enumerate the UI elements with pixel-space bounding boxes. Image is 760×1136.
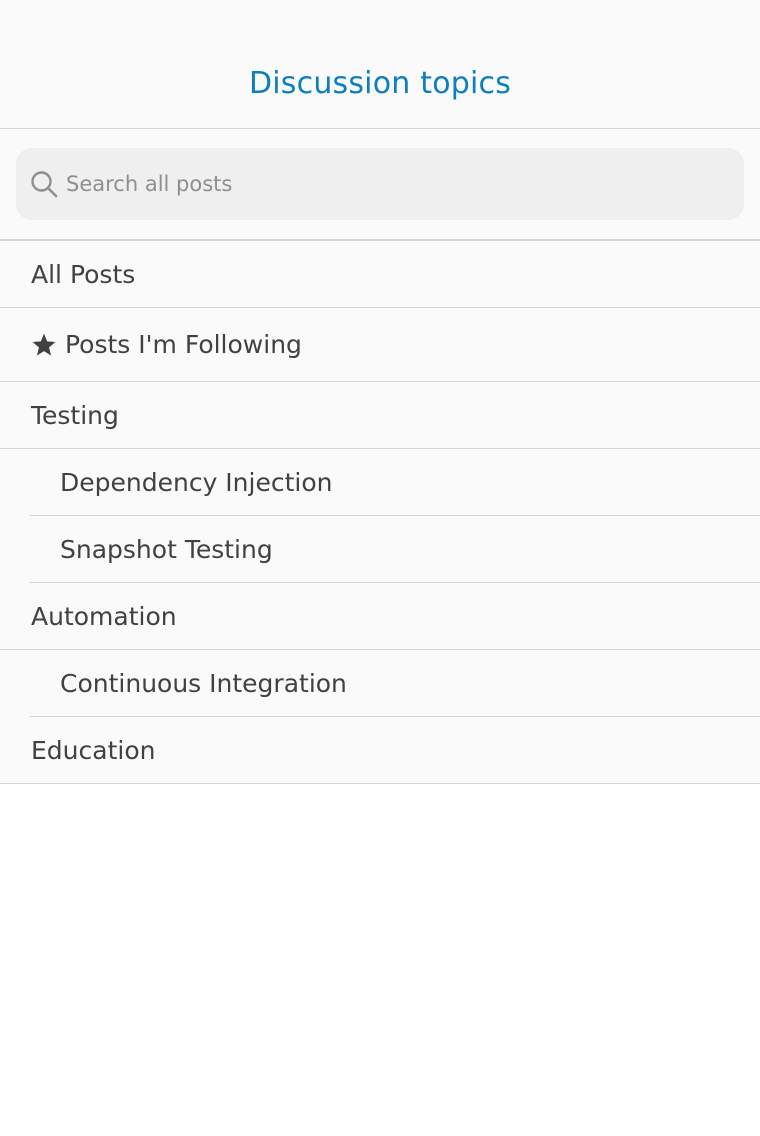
topic-list: All Posts Posts I'm Following Testing De… — [0, 241, 760, 784]
topic-label: Continuous Integration — [60, 668, 347, 698]
topic-dependency-injection[interactable]: Dependency Injection — [30, 449, 760, 516]
topic-snapshot-testing[interactable]: Snapshot Testing — [30, 516, 760, 583]
topic-automation[interactable]: Automation — [0, 583, 760, 650]
topic-label: Posts I'm Following — [65, 330, 302, 359]
topic-testing[interactable]: Testing — [0, 382, 760, 449]
topic-label: Snapshot Testing — [60, 534, 273, 564]
topic-continuous-integration[interactable]: Continuous Integration — [30, 650, 760, 717]
topic-label: Dependency Injection — [60, 467, 333, 497]
topic-posts-following[interactable]: Posts I'm Following — [0, 308, 760, 382]
search-input[interactable] — [66, 162, 726, 206]
topic-all-posts[interactable]: All Posts — [0, 241, 760, 308]
page-title: Discussion topics — [248, 66, 512, 101]
search-bar[interactable] — [16, 148, 744, 220]
topic-label: All Posts — [31, 259, 136, 289]
search-icon — [31, 171, 58, 198]
star-icon — [32, 333, 56, 356]
topic-education[interactable]: Education — [0, 717, 760, 784]
topic-label: Automation — [31, 601, 177, 631]
topic-label: Education — [31, 735, 156, 765]
navigation-bar: Discussion topics — [0, 0, 760, 129]
search-area — [0, 129, 760, 241]
topic-label: Testing — [31, 400, 119, 430]
